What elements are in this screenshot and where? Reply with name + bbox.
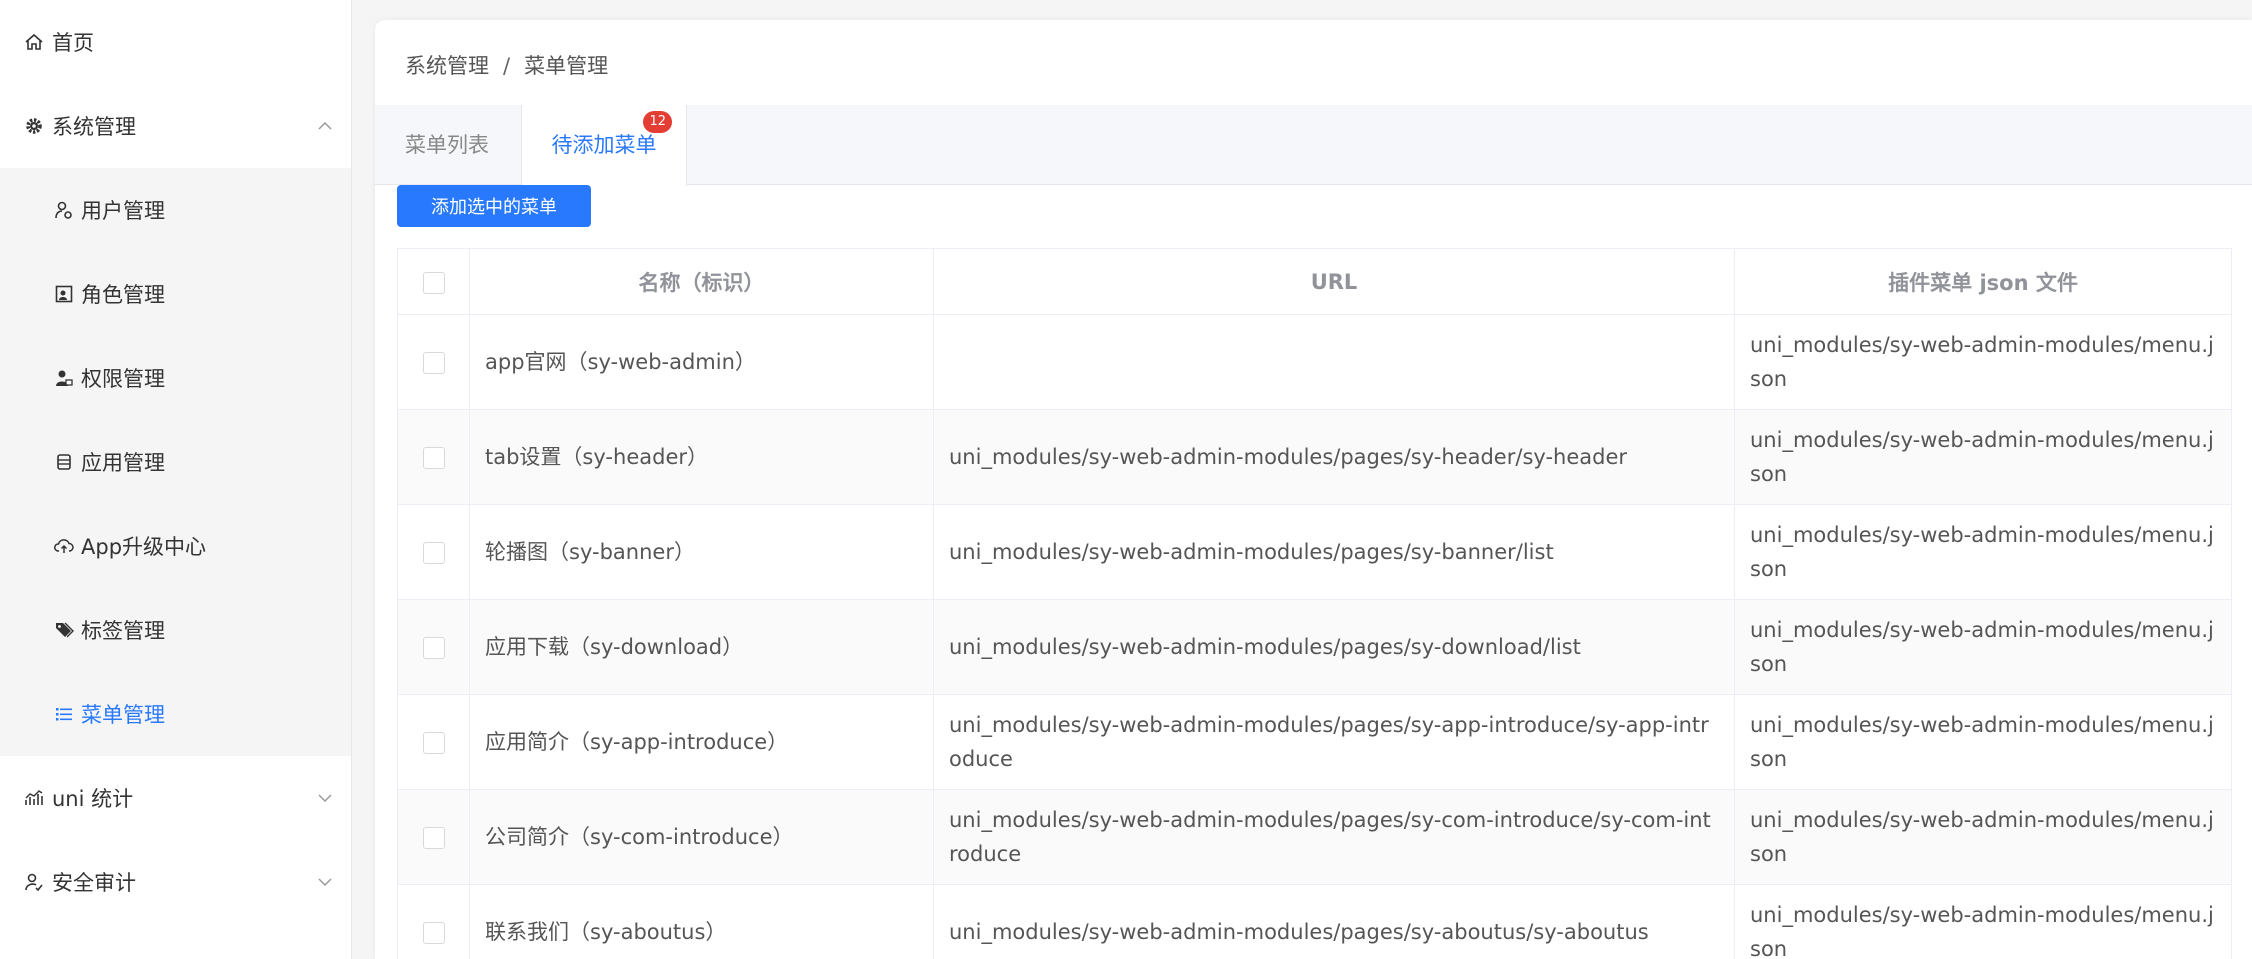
cell-url: uni_modules/sy-web-admin-modules/pages/s… — [933, 694, 1735, 790]
cell-json: uni_modules/sy-web-admin-modules/menu.js… — [1734, 694, 2232, 790]
sidebar-item-uni-stats[interactable]: uni 统计 — [0, 756, 351, 840]
table-row[interactable]: 应用简介（sy-app-introduce） uni_modules/sy-we… — [397, 694, 2232, 790]
row-select-cell — [397, 599, 470, 695]
sidebar-item-label: 应用管理 — [81, 451, 165, 475]
select-all-checkbox[interactable] — [422, 271, 445, 294]
chevron-down-icon — [318, 878, 332, 887]
row-checkbox[interactable] — [422, 637, 445, 659]
cell-json: uni_modules/sy-web-admin-modules/menu.js… — [1734, 314, 2232, 410]
cell-name: tab设置（sy-header） — [469, 409, 934, 505]
list-icon — [52, 702, 76, 726]
table-row[interactable]: 轮播图（sy-banner） uni_modules/sy-web-admin-… — [397, 504, 2232, 600]
sidebar-item-label: 菜单管理 — [81, 703, 165, 727]
app-icon — [52, 450, 76, 474]
row-checkbox[interactable] — [422, 352, 445, 374]
sidebar-item-app-manage[interactable]: 应用管理 — [0, 420, 351, 504]
row-checkbox[interactable] — [422, 922, 445, 944]
breadcrumb-separator: / — [503, 54, 511, 78]
cell-url — [933, 314, 1735, 410]
sidebar-item-label: 首页 — [52, 31, 94, 55]
row-select-cell — [397, 409, 470, 505]
home-icon — [22, 30, 46, 54]
row-checkbox[interactable] — [422, 827, 445, 849]
audit-icon — [22, 870, 46, 894]
row-checkbox[interactable] — [422, 447, 445, 469]
breadcrumb: 系统管理 / 菜单管理 — [405, 50, 608, 80]
cell-name: app官网（sy-web-admin） — [469, 314, 934, 410]
table-row[interactable]: 应用下载（sy-download） uni_modules/sy-web-adm… — [397, 599, 2232, 695]
sidebar-item-label: App升级中心 — [81, 535, 207, 559]
breadcrumb-parent[interactable]: 系统管理 — [405, 54, 489, 78]
cell-name: 公司简介（sy-com-introduce） — [469, 789, 934, 885]
sidebar-item-user-manage[interactable]: 用户管理 — [0, 168, 351, 252]
role-icon — [52, 282, 76, 306]
sidebar-item-home[interactable]: 首页 — [0, 0, 351, 84]
row-select-cell — [397, 789, 470, 885]
column-header-json: 插件菜单 json 文件 — [1734, 248, 2232, 315]
cell-name: 轮播图（sy-banner） — [469, 504, 934, 600]
sidebar-item-app-upgrade[interactable]: App升级中心 — [0, 504, 351, 588]
table-row[interactable]: app官网（sy-web-admin） uni_modules/sy-web-a… — [397, 314, 2232, 410]
tab-label: 待添加菜单 — [551, 133, 657, 157]
cell-url: uni_modules/sy-web-admin-modules/pages/s… — [933, 884, 1735, 959]
cell-json: uni_modules/sy-web-admin-modules/menu.js… — [1734, 599, 2232, 695]
sidebar-item-label: 用户管理 — [81, 199, 165, 223]
breadcrumb-current: 菜单管理 — [524, 54, 609, 78]
row-select-cell — [397, 694, 470, 790]
column-header-url: URL — [933, 248, 1735, 315]
chevron-up-icon — [318, 121, 332, 130]
cell-url: uni_modules/sy-web-admin-modules/pages/s… — [933, 789, 1735, 885]
table-row[interactable]: tab设置（sy-header） uni_modules/sy-web-admi… — [397, 409, 2232, 505]
sidebar-item-permission-manage[interactable]: 权限管理 — [0, 336, 351, 420]
cell-name: 应用简介（sy-app-introduce） — [469, 694, 934, 790]
sidebar-item-label: 系统管理 — [52, 115, 136, 139]
gear-icon — [22, 114, 46, 138]
select-all-cell — [397, 248, 470, 315]
tab-menu-list[interactable]: 菜单列表 — [405, 105, 489, 185]
system-submenu: 用户管理 角色管理 权限管理 应用管理 App升级中心 标签管理 菜单管理 — [0, 168, 351, 756]
user-manage-icon — [52, 198, 76, 222]
pending-menu-table: 名称（标识） URL 插件菜单 json 文件 app官网（sy-web-adm… — [397, 248, 2232, 959]
cell-json: uni_modules/sy-web-admin-modules/menu.js… — [1734, 884, 2232, 959]
table-row[interactable]: 联系我们（sy-aboutus） uni_modules/sy-web-admi… — [397, 884, 2232, 959]
cell-name: 联系我们（sy-aboutus） — [469, 884, 934, 959]
sidebar-item-tag-manage[interactable]: 标签管理 — [0, 588, 351, 672]
tag-icon — [52, 618, 76, 642]
tab-pending-menus[interactable]: 待添加菜单 12 — [521, 105, 687, 186]
cell-json: uni_modules/sy-web-admin-modules/menu.js… — [1734, 409, 2232, 505]
cell-url: uni_modules/sy-web-admin-modules/pages/s… — [933, 504, 1735, 600]
row-select-cell — [397, 504, 470, 600]
sidebar: 首页 系统管理 用户管理 角色管理 权限管理 应用管理 App升级中心 标签管理… — [0, 0, 352, 959]
chevron-down-icon — [318, 794, 332, 803]
row-select-cell — [397, 884, 470, 959]
sidebar-item-menu-manage[interactable]: 菜单管理 — [0, 672, 351, 756]
cell-url: uni_modules/sy-web-admin-modules/pages/s… — [933, 409, 1735, 505]
table-header-row: 名称（标识） URL 插件菜单 json 文件 — [397, 248, 2232, 315]
row-select-cell — [397, 314, 470, 410]
tab-bar: 菜单列表 待添加菜单 12 — [375, 105, 2252, 186]
sidebar-item-label: 标签管理 — [81, 619, 165, 643]
sidebar-item-system[interactable]: 系统管理 — [0, 84, 351, 168]
add-selected-menus-button[interactable]: 添加选中的菜单 — [397, 185, 591, 227]
cloud-upload-icon — [52, 534, 76, 558]
tab-label: 菜单列表 — [405, 133, 489, 157]
sidebar-item-label: 安全审计 — [52, 871, 136, 895]
permission-icon — [52, 366, 76, 390]
sidebar-item-label: 角色管理 — [81, 283, 165, 307]
cell-name: 应用下载（sy-download） — [469, 599, 934, 695]
table-row[interactable]: 公司简介（sy-com-introduce） uni_modules/sy-we… — [397, 789, 2232, 885]
row-checkbox[interactable] — [422, 732, 445, 754]
cell-json: uni_modules/sy-web-admin-modules/menu.js… — [1734, 789, 2232, 885]
sidebar-item-label: 权限管理 — [81, 367, 165, 391]
stats-icon — [22, 786, 46, 810]
row-checkbox[interactable] — [422, 542, 445, 564]
count-badge: 12 — [643, 111, 672, 133]
sidebar-item-label: uni 统计 — [52, 787, 134, 811]
cell-url: uni_modules/sy-web-admin-modules/pages/s… — [933, 599, 1735, 695]
main-panel: 系统管理 / 菜单管理 菜单列表 待添加菜单 12 添加选中的菜单 名称（标识） U… — [375, 20, 2252, 959]
sidebar-item-security-audit[interactable]: 安全审计 — [0, 840, 351, 924]
cell-json: uni_modules/sy-web-admin-modules/menu.js… — [1734, 504, 2232, 600]
sidebar-item-role-manage[interactable]: 角色管理 — [0, 252, 351, 336]
column-header-name: 名称（标识） — [469, 248, 934, 315]
